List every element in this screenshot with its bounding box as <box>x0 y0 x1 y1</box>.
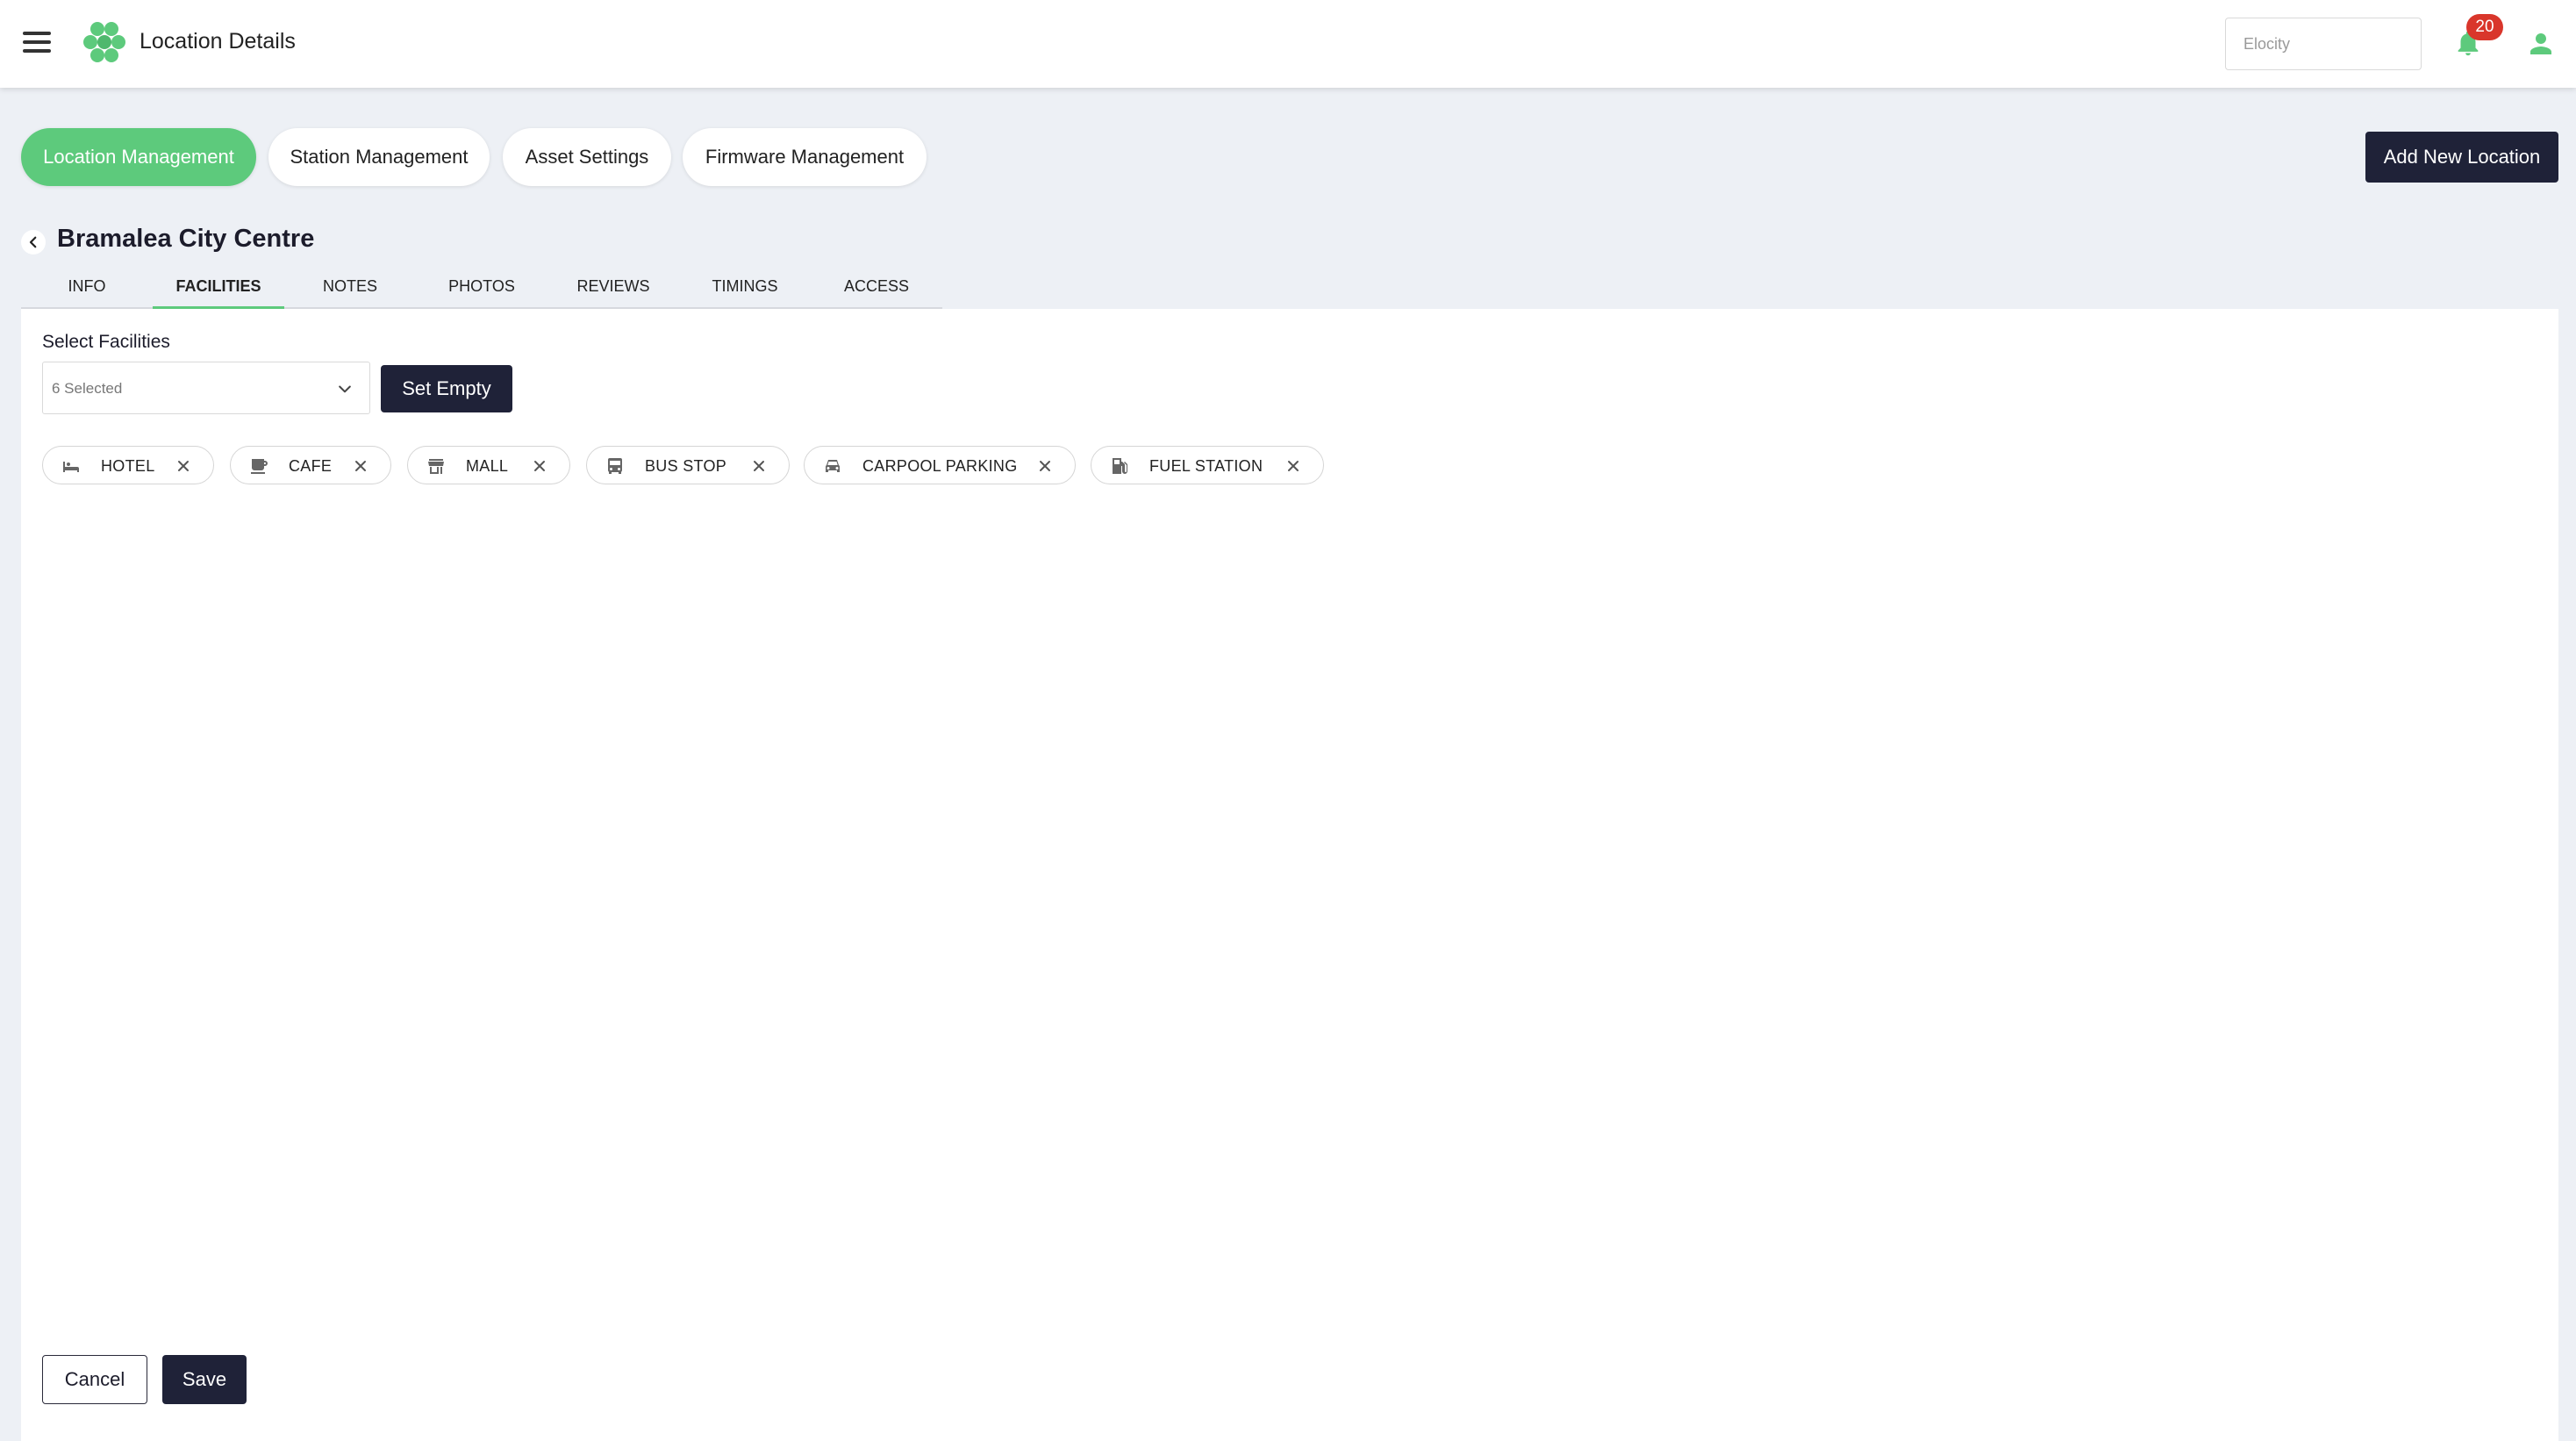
tab-timings[interactable]: TIMINGS <box>679 263 811 309</box>
nav-station-management[interactable]: Station Management <box>268 128 490 186</box>
close-icon[interactable] <box>175 457 192 475</box>
nav-firmware-management[interactable]: Firmware Management <box>683 128 927 186</box>
facility-chip-fuel-station: FUEL STATION <box>1091 446 1324 484</box>
facility-chip-carpool-parking: CARPOOL PARKING <box>804 446 1076 484</box>
cancel-button[interactable]: Cancel <box>42 1355 147 1404</box>
chevron-left-icon <box>29 236 37 248</box>
facility-chip-mall: MALL <box>407 446 570 484</box>
set-empty-button[interactable]: Set Empty <box>381 365 512 412</box>
bus-icon <box>608 458 622 474</box>
close-icon[interactable] <box>352 457 369 475</box>
location-name: Bramalea City Centre <box>57 225 315 253</box>
chip-label: MALL <box>466 457 509 475</box>
store-icon <box>428 459 444 474</box>
chip-label: HOTEL <box>101 457 155 475</box>
app-logo <box>83 22 125 62</box>
chip-label: CAFE <box>289 457 333 475</box>
notification-badge: 20 <box>2466 14 2503 40</box>
chevron-down-icon <box>339 385 351 393</box>
chip-label: BUS STOP <box>645 457 727 475</box>
location-tabs: INFO FACILITIES NOTES PHOTOS REVIEWS TIM… <box>21 263 942 311</box>
tab-access[interactable]: ACCESS <box>811 263 942 309</box>
top-app-bar: Location Details 20 <box>0 0 2576 88</box>
nav-location-management[interactable]: Location Management <box>21 128 256 186</box>
coffee-icon <box>251 459 268 474</box>
facility-chip-cafe: CAFE <box>230 446 391 484</box>
tab-notes[interactable]: NOTES <box>284 263 416 309</box>
facility-chip-hotel: HOTEL <box>42 446 214 484</box>
tab-facilities[interactable]: FACILITIES <box>153 263 284 311</box>
car-icon <box>826 460 840 472</box>
select-facilities-label: Select Facilities <box>42 332 170 352</box>
nav-asset-settings[interactable]: Asset Settings <box>503 128 671 186</box>
facilities-select[interactable]: 6 Selected <box>42 362 370 414</box>
user-icon[interactable] <box>2525 28 2557 60</box>
menu-icon[interactable] <box>23 32 51 54</box>
close-icon[interactable] <box>750 457 768 475</box>
tab-photos[interactable]: PHOTOS <box>416 263 547 309</box>
facilities-panel: Select Facilities 6 Selected Set Empty H… <box>21 309 2558 1441</box>
close-icon[interactable] <box>1036 457 1054 475</box>
page-title: Location Details <box>140 29 296 54</box>
facility-chip-bus-stop: BUS STOP <box>586 446 790 484</box>
back-button[interactable] <box>21 230 46 255</box>
select-value: 6 Selected <box>52 380 123 397</box>
tab-reviews[interactable]: REVIEWS <box>547 263 679 309</box>
search-input[interactable] <box>2225 18 2422 70</box>
close-icon[interactable] <box>1284 457 1302 475</box>
save-button[interactable]: Save <box>162 1355 247 1404</box>
close-icon[interactable] <box>531 457 548 475</box>
tab-info[interactable]: INFO <box>21 263 153 309</box>
fuel-pump-icon <box>1113 458 1127 474</box>
chip-label: CARPOOL PARKING <box>862 457 1018 475</box>
chip-label: FUEL STATION <box>1149 457 1263 475</box>
add-new-location-button[interactable]: Add New Location <box>2365 132 2558 183</box>
bed-icon <box>63 462 79 472</box>
